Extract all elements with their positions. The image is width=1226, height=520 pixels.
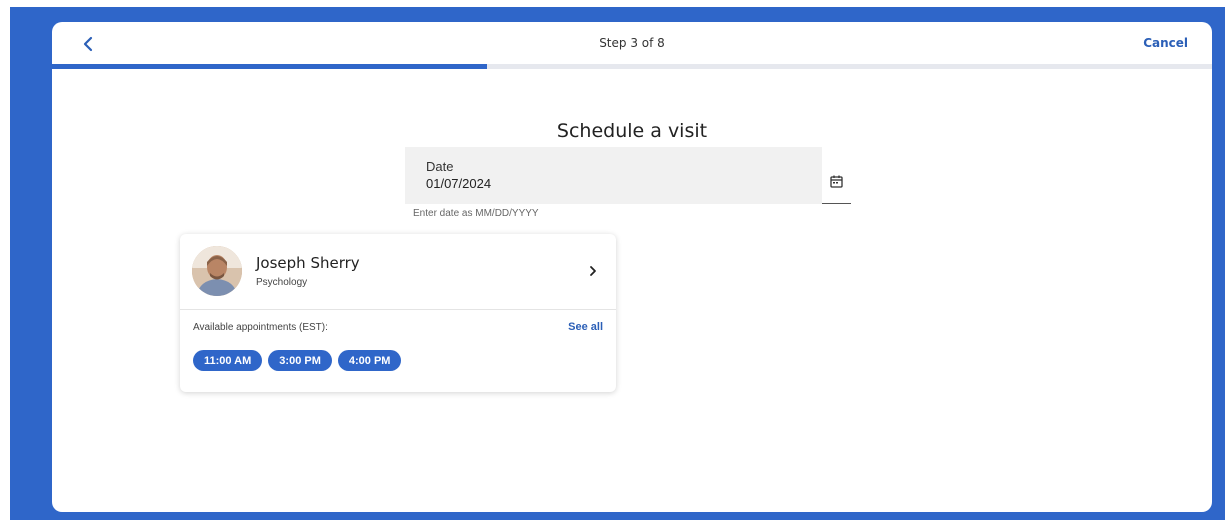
time-slot-button[interactable]: 11:00 AM	[193, 350, 263, 371]
time-slot-button[interactable]: 4:00 PM	[337, 350, 402, 371]
time-slot-button[interactable]: 3:00 PM	[268, 350, 332, 371]
page-title: Schedule a visit	[556, 120, 708, 142]
available-appointments-label: Available appointments (EST):	[193, 322, 328, 333]
progress-bar	[52, 64, 1212, 69]
progress-fill	[52, 64, 487, 69]
see-all-link[interactable]: See all	[568, 321, 603, 333]
date-hint: Enter date as MM/DD/YYYY	[413, 208, 539, 219]
cancel-button[interactable]: Cancel	[1143, 36, 1188, 50]
provider-card: Joseph Sherry Psychology Available appoi…	[180, 234, 616, 392]
calendar-icon	[830, 175, 843, 188]
provider-name: Joseph Sherry	[256, 254, 360, 272]
wizard-header: Step 3 of 8 Cancel	[52, 22, 1212, 64]
provider-row[interactable]: Joseph Sherry Psychology	[180, 234, 616, 310]
calendar-button[interactable]	[822, 165, 851, 204]
wizard-panel: Step 3 of 8 Cancel Schedule a visit Date…	[52, 22, 1212, 512]
time-slot-list: 11:00 AM 3:00 PM 4:00 PM	[193, 350, 402, 371]
date-input[interactable]: Date 01/07/2024	[405, 147, 822, 204]
step-indicator: Step 3 of 8	[599, 36, 665, 50]
date-field-value[interactable]: 01/07/2024	[426, 176, 491, 191]
chevron-right-icon	[590, 266, 596, 276]
chevron-left-icon	[83, 36, 93, 52]
back-button[interactable]	[76, 32, 100, 56]
avatar	[192, 246, 242, 296]
date-field-label: Date	[426, 159, 454, 174]
provider-specialty: Psychology	[256, 277, 308, 288]
